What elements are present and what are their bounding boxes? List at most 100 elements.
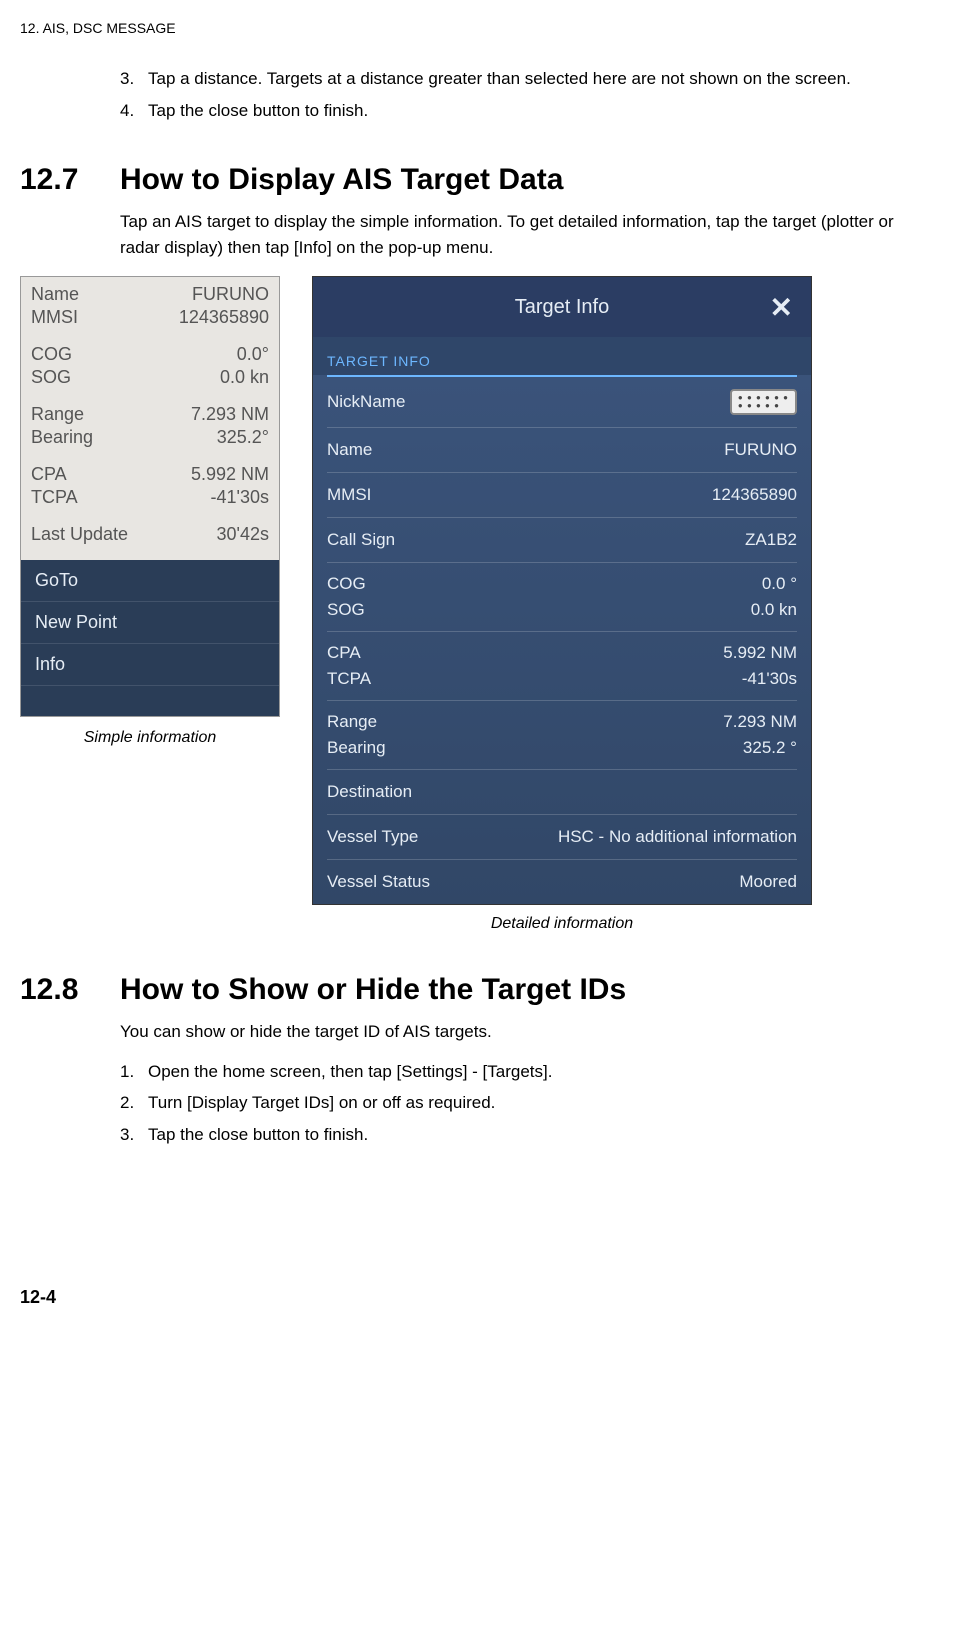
running-header: 12. AIS, DSC MESSAGE: [20, 20, 901, 36]
list-number: 4.: [120, 98, 148, 124]
target-info-panel: Target Info ✕ TARGET INFO NickName ● ● ●…: [312, 276, 812, 905]
section-title: How to Display AIS Target Data: [120, 163, 563, 196]
section-heading: 12.8How to Show or Hide the Target IDs: [20, 973, 901, 1007]
detail-row-vessel-type: Vessel Type HSC - No additional informat…: [327, 814, 797, 859]
section-number: 12.8: [20, 973, 120, 1007]
simple-row-bearing: Bearing 325.2°: [31, 426, 269, 449]
detail-row-mmsi: MMSI 124365890: [327, 472, 797, 517]
simple-info-panel: Name FURUNO MMSI 124365890 COG 0.0° SOG 0.0 …: [20, 276, 280, 717]
value: 0.0 kn: [751, 600, 797, 620]
list-number: 3.: [120, 66, 148, 92]
label: Call Sign: [327, 530, 395, 550]
section-label: TARGET INFO: [313, 337, 811, 375]
detail-row-range-bearing: Range 7.293 NM Bearing 325.2 °: [327, 700, 797, 769]
value: 5.992 NM: [723, 643, 797, 663]
section-title: How to Show or Hide the Target IDs: [120, 973, 626, 1006]
label: MMSI: [31, 307, 78, 328]
menu-item-new-point[interactable]: New Point: [21, 602, 279, 644]
list-item: 3. Tap the close button to finish.: [120, 1122, 901, 1148]
detail-row-callsign: Call Sign ZA1B2: [327, 517, 797, 562]
keyboard-icon[interactable]: ● ● ● ● ● ● ● ● ● ● ●: [730, 389, 797, 415]
list-number: 2.: [120, 1090, 148, 1116]
value: ZA1B2: [745, 530, 797, 550]
list-number: 1.: [120, 1059, 148, 1085]
list-number: 3.: [120, 1122, 148, 1148]
close-icon[interactable]: ✕: [770, 291, 793, 324]
value: FURUNO: [724, 440, 797, 460]
detail-row-cpa-tcpa: CPA 5.992 NM TCPA -41'30s: [327, 631, 797, 700]
simple-popup-menu: GoTo New Point Info: [21, 560, 279, 716]
value: 0.0 kn: [220, 367, 269, 388]
value: 0.0°: [237, 344, 269, 365]
menu-spacer: [21, 686, 279, 716]
label: SOG: [327, 600, 365, 620]
detailed-info-figure: Target Info ✕ TARGET INFO NickName ● ● ●…: [312, 276, 812, 933]
detail-row-nickname[interactable]: NickName ● ● ● ● ● ● ● ● ● ● ●: [327, 375, 797, 427]
label: Name: [31, 284, 79, 305]
label: Bearing: [31, 427, 93, 448]
label: MMSI: [327, 485, 371, 505]
label: COG: [31, 344, 72, 365]
section-number: 12.7: [20, 163, 120, 197]
simple-row-name: Name FURUNO: [31, 283, 269, 306]
label: Vessel Type: [327, 827, 418, 847]
section-heading: 12.7How to Display AIS Target Data: [20, 163, 901, 197]
detail-row-name: Name FURUNO: [327, 427, 797, 472]
simple-row-tcpa: TCPA -41'30s: [31, 486, 269, 509]
label: Vessel Status: [327, 872, 430, 892]
label: Range: [31, 404, 84, 425]
label: CPA: [327, 643, 361, 663]
value: -41'30s: [211, 487, 269, 508]
label: Destination: [327, 782, 412, 802]
list-text: Tap the close button to finish.: [148, 98, 368, 124]
simple-row-last-update: Last Update 30'42s: [31, 523, 269, 546]
detail-row-cog-sog: COG 0.0 ° SOG 0.0 kn: [327, 562, 797, 631]
value: 7.293 NM: [723, 712, 797, 732]
list-item: 4. Tap the close button to finish.: [120, 98, 901, 124]
simple-info-figure: Name FURUNO MMSI 124365890 COG 0.0° SOG 0.0 …: [20, 276, 280, 747]
menu-item-info[interactable]: Info: [21, 644, 279, 686]
simple-row-range: Range 7.293 NM: [31, 403, 269, 426]
label: TCPA: [327, 669, 371, 689]
label: TCPA: [31, 487, 78, 508]
menu-item-goto[interactable]: GoTo: [21, 560, 279, 602]
section-body: Tap an AIS target to display the simple …: [120, 209, 901, 260]
value: 0.0 °: [762, 574, 797, 594]
simple-row-cpa: CPA 5.992 NM: [31, 463, 269, 486]
value: 325.2°: [217, 427, 269, 448]
panel-title: Target Info: [515, 296, 610, 319]
label: Last Update: [31, 524, 128, 545]
label: SOG: [31, 367, 71, 388]
value: -41'30s: [742, 669, 797, 689]
detail-row-vessel-status: Vessel Status Moored: [327, 859, 797, 904]
section-body: You can show or hide the target ID of AI…: [120, 1019, 901, 1045]
simple-row-mmsi: MMSI 124365890: [31, 306, 269, 329]
value: 124365890: [179, 307, 269, 328]
label: COG: [327, 574, 366, 594]
list-text: Tap a distance. Targets at a distance gr…: [148, 66, 851, 92]
value: 7.293 NM: [191, 404, 269, 425]
detail-row-destination: Destination: [327, 769, 797, 814]
list-item: 1. Open the home screen, then tap [Setti…: [120, 1059, 901, 1085]
label: NickName: [327, 392, 405, 412]
value: 325.2 °: [743, 738, 797, 758]
label: Range: [327, 712, 377, 732]
simple-row-sog: SOG 0.0 kn: [31, 366, 269, 389]
value: 124365890: [712, 485, 797, 505]
label: CPA: [31, 464, 67, 485]
page-number: 12-4: [20, 1287, 901, 1308]
list-text: Open the home screen, then tap [Settings…: [148, 1059, 552, 1085]
value: FURUNO: [192, 284, 269, 305]
list-text: Turn [Display Target IDs] on or off as r…: [148, 1090, 495, 1116]
list-item: 3. Tap a distance. Targets at a distance…: [120, 66, 901, 92]
simple-row-cog: COG 0.0°: [31, 343, 269, 366]
list-item: 2. Turn [Display Target IDs] on or off a…: [120, 1090, 901, 1116]
detailed-caption: Detailed information: [312, 915, 812, 933]
value: 5.992 NM: [191, 464, 269, 485]
label: Bearing: [327, 738, 386, 758]
label: Name: [327, 440, 372, 460]
value: HSC - No additional information: [558, 827, 797, 847]
value: 30'42s: [217, 524, 269, 545]
panel-header: Target Info ✕: [313, 277, 811, 337]
simple-caption: Simple information: [20, 729, 280, 747]
